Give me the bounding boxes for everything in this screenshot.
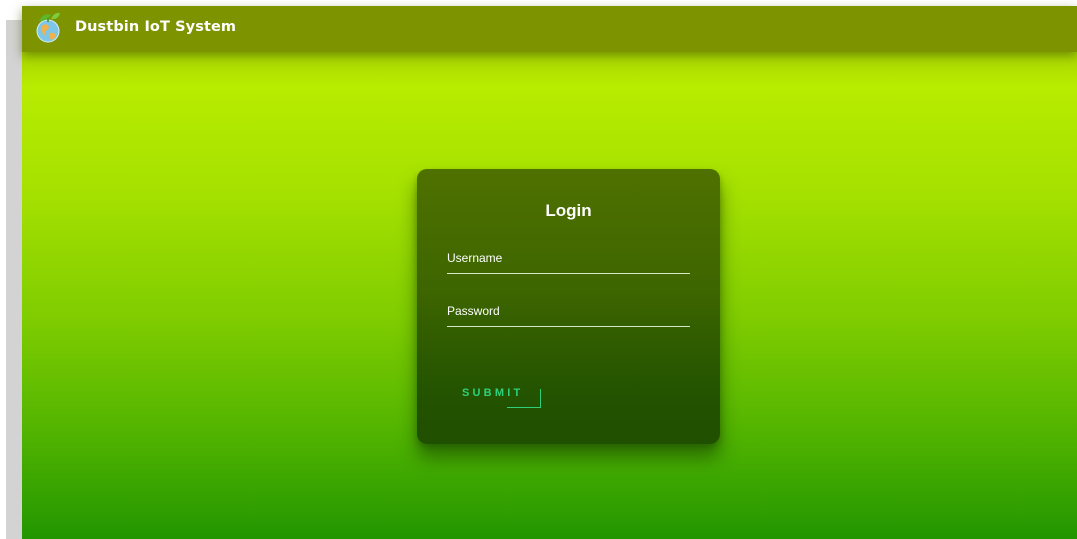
username-field[interactable]: Username <box>447 247 690 274</box>
left-scroll-rail <box>6 20 22 539</box>
login-title: Login <box>545 201 592 220</box>
password-label: Password <box>447 304 500 318</box>
app-brand-title: Dustbin IoT System <box>75 19 237 35</box>
submit-button-corner <box>507 389 541 408</box>
username-label: Username <box>447 251 503 265</box>
login-card: Login Username Password SUBMIT <box>417 169 720 444</box>
top-header: Dustbin IoT System <box>22 6 1077 52</box>
password-field[interactable]: Password <box>447 300 690 327</box>
earth-leaf-icon <box>35 12 61 44</box>
main-content: Login Username Password SUBMIT <box>22 52 1077 539</box>
page: Dustbin IoT System Login Username Passwo… <box>0 0 1077 539</box>
